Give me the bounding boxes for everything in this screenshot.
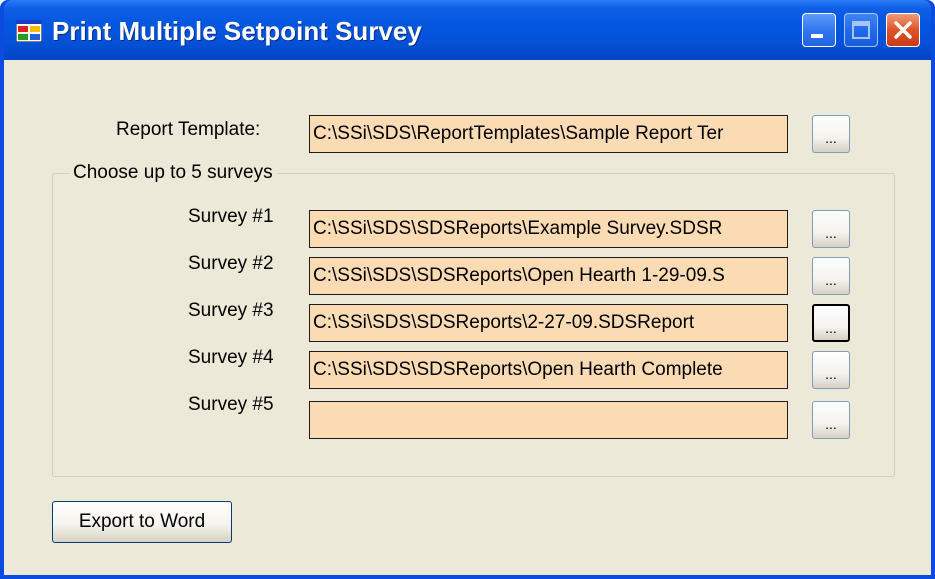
export-to-word-button[interactable]: Export to Word [52, 501, 232, 543]
minimize-button[interactable] [802, 13, 836, 47]
dialog-body: Report Template: C:\SSi\SDS\ReportTempla… [4, 60, 931, 575]
dialog-window: Print Multiple Setpoint Survey Report Te… [0, 0, 935, 579]
survey-3-browse-button[interactable]: ... [812, 304, 850, 342]
survey-1-label: Survey #1 [188, 206, 274, 227]
report-template-browse-button[interactable]: ... [812, 115, 850, 153]
window-title: Print Multiple Setpoint Survey [52, 16, 422, 46]
title-bar[interactable]: Print Multiple Setpoint Survey [4, 0, 931, 60]
maximize-button[interactable] [844, 13, 878, 47]
minimize-icon [811, 34, 823, 38]
survey-3-label: Survey #3 [188, 300, 274, 321]
survey-5-browse-button[interactable]: ... [812, 401, 850, 439]
app-window-icon [16, 20, 42, 42]
survey-1-browse-button[interactable]: ... [812, 210, 850, 248]
survey-4-browse-button[interactable]: ... [812, 351, 850, 389]
survey-4-label: Survey #4 [188, 347, 274, 368]
survey-4-field[interactable]: C:\SSi\SDS\SDSReports\Open Hearth Comple… [309, 351, 788, 389]
surveys-groupbox-legend: Choose up to 5 surveys [69, 162, 277, 184]
maximize-icon [852, 21, 870, 39]
report-template-label: Report Template: [116, 119, 261, 140]
survey-2-label: Survey #2 [188, 253, 274, 274]
survey-5-label: Survey #5 [188, 394, 274, 415]
survey-5-field[interactable] [309, 401, 788, 439]
survey-3-field[interactable]: C:\SSi\SDS\SDSReports\2-27-09.SDSReport [309, 304, 788, 342]
close-button[interactable] [886, 13, 920, 47]
survey-2-browse-button[interactable]: ... [812, 257, 850, 295]
survey-1-field[interactable]: C:\SSi\SDS\SDSReports\Example Survey.SDS… [309, 210, 788, 248]
close-icon [894, 21, 912, 39]
report-template-field[interactable]: C:\SSi\SDS\ReportTemplates\Sample Report… [309, 115, 788, 153]
survey-2-field[interactable]: C:\SSi\SDS\SDSReports\Open Hearth 1-29-0… [309, 257, 788, 295]
